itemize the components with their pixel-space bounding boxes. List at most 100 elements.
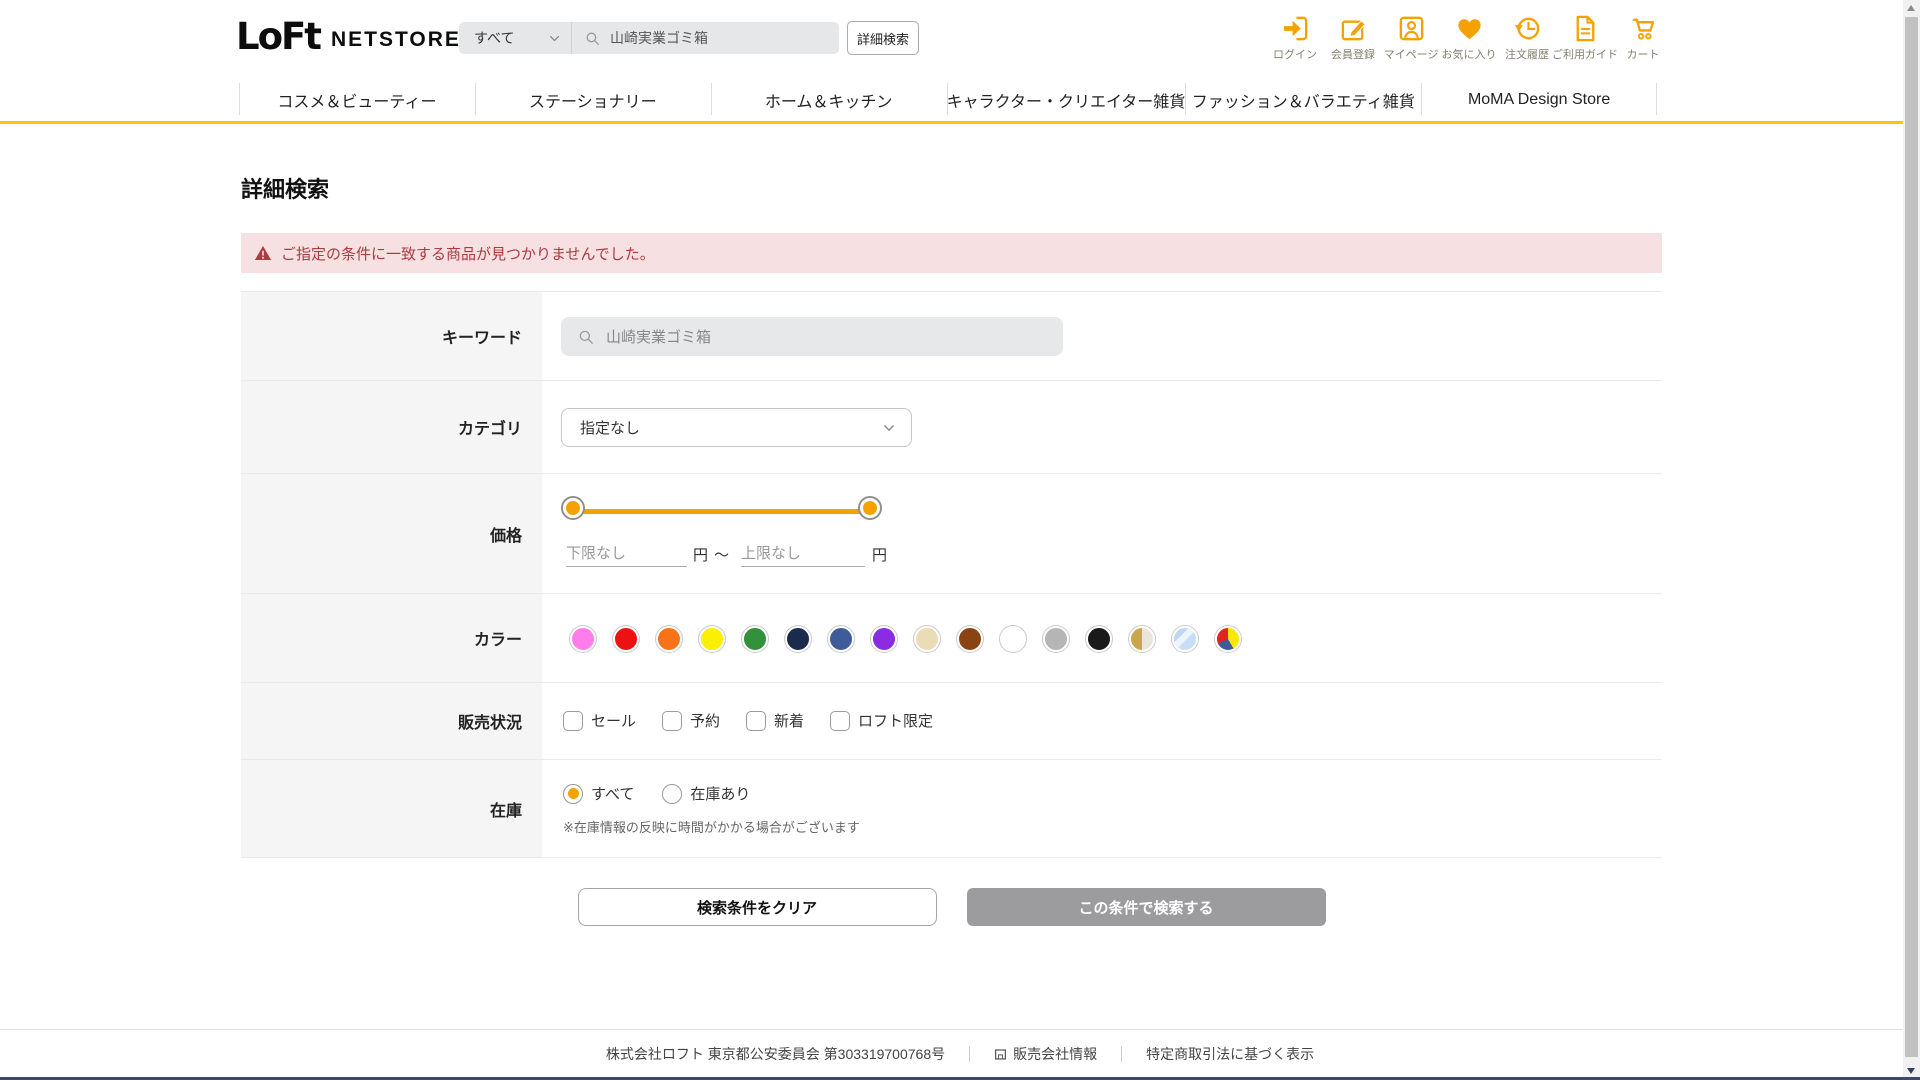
checkbox-box[interactable] (563, 710, 583, 731)
checkbox-loft-limited[interactable]: ロフト限定 (830, 710, 933, 731)
header-search-bar: すべて 山崎実業ゴミ箱 (459, 22, 839, 54)
footer-company-text: 株式会社ロフト 東京都公安委員会 第303319700768号 (605, 1046, 946, 1062)
color-swatches (570, 626, 1241, 652)
scrollbar-up-arrow[interactable] (1907, 5, 1915, 11)
main-nav: コスメ＆ビューティー ステーショナリー ホーム＆キッチン キャラクター・クリエイ… (0, 78, 1920, 124)
search-icon (586, 32, 599, 45)
mypage-link[interactable]: マイページ (1382, 13, 1440, 62)
price-max-input[interactable] (741, 540, 865, 567)
cart-link[interactable]: カート (1614, 13, 1672, 62)
nav-item-fashion[interactable]: ファッション＆バラエティ雑貨 (1185, 78, 1421, 121)
cart-label: カート (1626, 49, 1660, 61)
price-slider-handle-max[interactable] (860, 498, 880, 518)
price-min-input[interactable] (566, 540, 687, 567)
footer-separator (1121, 1046, 1123, 1062)
search-icon (579, 330, 593, 344)
color-swatch-white[interactable] (1000, 626, 1026, 652)
nav-items: コスメ＆ビューティー ステーショナリー ホーム＆キッチン キャラクター・クリエイ… (239, 78, 1657, 121)
color-swatch-multicolor[interactable] (1215, 626, 1241, 652)
footer-link-company-info[interactable]: 販売会社情報 (994, 1044, 1097, 1064)
checkbox-box[interactable] (830, 710, 851, 731)
detail-search-button[interactable]: 詳細検索 (847, 21, 919, 55)
loft-logo[interactable]: LoFt NETSTORE (236, 15, 461, 58)
scrollbar-thumb[interactable] (1905, 17, 1918, 1057)
category-selected-value: 指定なし (580, 420, 641, 437)
search-submit-button[interactable]: この条件で検索する (966, 888, 1326, 926)
search-category-dropdown[interactable]: すべて (459, 22, 571, 54)
color-swatch-orange[interactable] (656, 626, 682, 652)
register-label: 会員登録 (1331, 49, 1375, 61)
radio-button[interactable] (662, 783, 683, 804)
guide-link[interactable]: ご利用ガイド (1552, 13, 1618, 62)
category-label: カテゴリ (241, 381, 542, 473)
color-swatch-gray[interactable] (1043, 626, 1069, 652)
sales-status-label: 販売状況 (241, 683, 542, 759)
keyword-input[interactable]: 山崎実業ゴミ箱 (561, 317, 1063, 356)
color-swatch-green[interactable] (742, 626, 768, 652)
favorites-link[interactable]: お気に入り (1440, 13, 1498, 62)
nav-item-moma[interactable]: MoMA Design Store (1421, 78, 1657, 121)
color-swatch-yellow[interactable] (699, 626, 725, 652)
header-search-input[interactable]: 山崎実業ゴミ箱 (572, 22, 839, 54)
color-swatch-beige[interactable] (914, 626, 940, 652)
color-swatch-red[interactable] (613, 626, 639, 652)
mypage-icon (1399, 16, 1423, 41)
register-link[interactable]: 会員登録 (1324, 13, 1382, 62)
color-swatch-gold-silver[interactable] (1129, 626, 1155, 652)
color-swatch-navy[interactable] (785, 626, 811, 652)
sales-status-options: セール 予約 新着 ロフト限定 (563, 710, 933, 731)
keyword-label: キーワード (241, 292, 542, 380)
stock-note: ※在庫情報の反映に時間がかかる場合がございます (563, 820, 860, 835)
mypage-label: マイページ (1383, 49, 1439, 61)
footer-link-tokushoho[interactable]: 特定商取引法に基づく表示 (1146, 1044, 1314, 1064)
login-link[interactable]: ログイン (1266, 13, 1324, 62)
radio-label: すべて (591, 786, 635, 803)
warning-icon (254, 245, 272, 261)
category-select[interactable]: 指定なし (561, 408, 912, 447)
error-banner: ご指定の条件に一致する商品が見つかりませんでした。 (241, 233, 1662, 273)
clear-conditions-button[interactable]: 検索条件をクリア (577, 888, 937, 926)
checkbox-box[interactable] (746, 710, 767, 731)
cart-icon (1632, 18, 1654, 40)
page: LoFt NETSTORE すべて 山崎実業ゴミ箱 詳細検索 ログイン 会員登録 (0, 0, 1920, 1080)
color-swatch-black[interactable] (1086, 626, 1112, 652)
top-bar: LoFt NETSTORE すべて 山崎実業ゴミ箱 詳細検索 ログイン 会員登録 (0, 0, 1920, 78)
nav-item-home-kitchen[interactable]: ホーム＆キッチン (710, 78, 947, 121)
color-swatch-purple[interactable] (871, 626, 897, 652)
radio-in-stock[interactable]: 在庫あり (662, 783, 750, 804)
order-history-link[interactable]: 注文履歴 (1498, 13, 1556, 62)
checkbox-reservation[interactable]: 予約 (662, 710, 720, 731)
scrollbar[interactable] (1903, 0, 1920, 1080)
advanced-search-form: キーワード 山崎実業ゴミ箱 カテゴリ 指定なし 価格 下限なし 円 ～ 上限なし… (241, 291, 1662, 858)
nav-item-cosme[interactable]: コスメ＆ビューティー (239, 78, 475, 121)
checkbox-new[interactable]: 新着 (746, 710, 804, 731)
page-title: 詳細検索 (241, 177, 330, 202)
nav-item-character[interactable]: キャラクター・クリエイター雑貨 (946, 78, 1185, 121)
radio-all[interactable]: すべて (563, 783, 634, 804)
login-label: ログイン (1273, 49, 1317, 61)
checkbox-label: セール (591, 713, 637, 730)
color-row: カラー (241, 593, 1662, 682)
color-swatch-pink[interactable] (570, 626, 596, 652)
color-label: カラー (241, 594, 542, 682)
scrollbar-down-arrow[interactable] (1907, 1068, 1915, 1074)
checkbox-sale[interactable]: セール (563, 710, 636, 731)
color-swatch-clear[interactable] (1172, 626, 1198, 652)
header-search-query: 山崎実業ゴミ箱 (610, 30, 708, 46)
logo-store-text: NETSTORE (330, 28, 461, 52)
price-slider-handle-min[interactable] (563, 498, 583, 518)
logo-brand-text: LoFt (236, 15, 322, 58)
store-icon (995, 1048, 1007, 1060)
radio-button[interactable] (563, 783, 583, 804)
guide-label: ご利用ガイド (1552, 49, 1618, 61)
color-swatch-brown[interactable] (957, 626, 983, 652)
price-range-track[interactable] (576, 509, 873, 514)
color-swatch-blue[interactable] (828, 626, 854, 652)
sales-status-row: 販売状況 セール 予約 新着 ロフト限定 (241, 682, 1662, 759)
stock-row: 在庫 すべて 在庫あり ※在庫情報の反映に時間がかかる場合がございます (241, 759, 1662, 857)
nav-item-stationery[interactable]: ステーショナリー (474, 78, 711, 121)
radio-label: 在庫あり (690, 786, 751, 803)
checkbox-box[interactable] (662, 710, 683, 731)
chevron-down-icon (884, 424, 894, 431)
footer-link-label: 特定商取引法に基づく表示 (1146, 1046, 1315, 1062)
